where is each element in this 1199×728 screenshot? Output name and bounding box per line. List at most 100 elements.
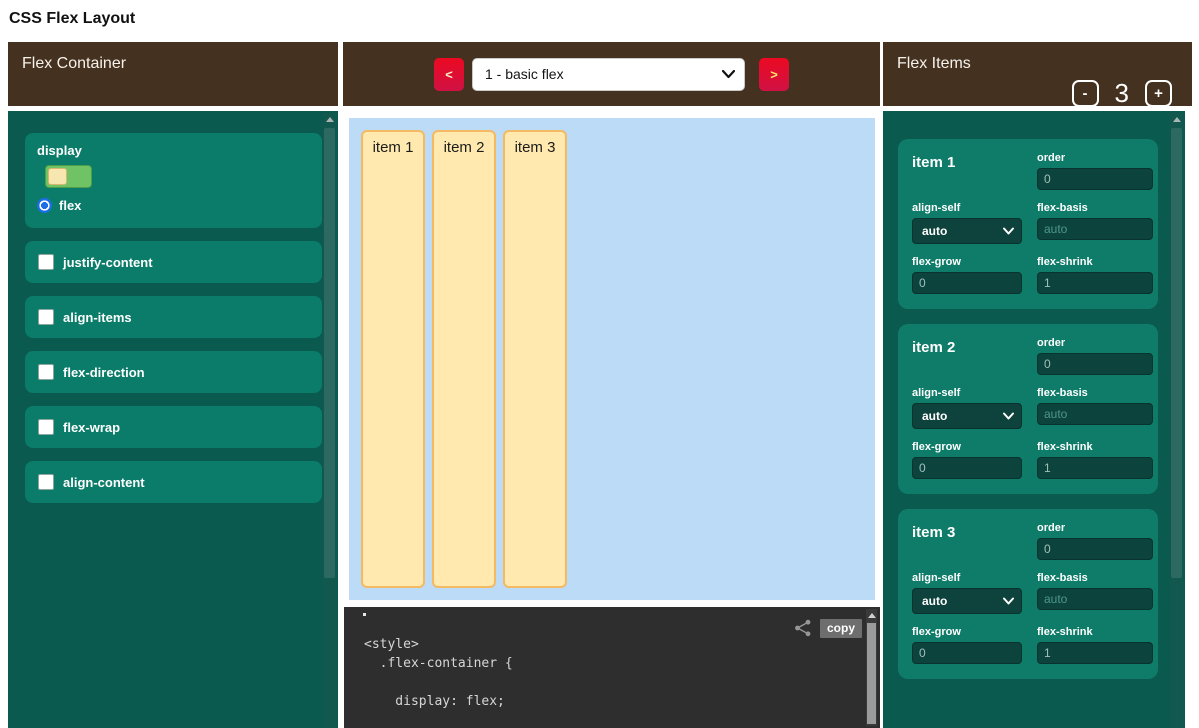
- align-self-label: align-self: [912, 572, 1022, 584]
- justify-content-card[interactable]: justify-content: [25, 241, 322, 283]
- right-panel-scrollbar-thumb[interactable]: [1171, 128, 1182, 578]
- flex-shrink-label: flex-shrink: [1037, 441, 1153, 453]
- flex-direction-checkbox[interactable]: [38, 364, 54, 380]
- item-1-flex-basis-field: flex-basis: [1037, 202, 1153, 244]
- code-panel: copy <style> .flex-container { display: …: [344, 607, 880, 728]
- page-title: CSS Flex Layout: [9, 10, 135, 28]
- flex-radio[interactable]: [37, 198, 52, 213]
- display-flex-radio-row[interactable]: flex: [37, 198, 310, 213]
- item-1-order-input[interactable]: [1037, 168, 1153, 190]
- item-3-order-input[interactable]: [1037, 538, 1153, 560]
- item-2-order-input[interactable]: [1037, 353, 1153, 375]
- example-nav-header: < 1 - basic flex >: [343, 42, 880, 106]
- flex-items-title: Flex Items: [897, 55, 971, 73]
- flex-preview-stage: item 1 item 2 item 3: [349, 118, 875, 600]
- item-3-flex-basis-field: flex-basis: [1037, 572, 1153, 614]
- item-2-align-self-select[interactable]: auto: [912, 403, 1022, 429]
- item-3-flex-basis-input[interactable]: [1037, 588, 1153, 610]
- item-2-card: item 2 order align-self auto flex-basis: [898, 324, 1158, 494]
- item-1-title: item 1: [912, 152, 1022, 190]
- align-items-card[interactable]: align-items: [25, 296, 322, 338]
- remove-item-button[interactable]: -: [1072, 80, 1099, 107]
- item-2-flex-shrink-input[interactable]: [1037, 457, 1153, 479]
- item-1-flex-shrink-field: flex-shrink: [1037, 256, 1153, 294]
- left-panel-scrollbar[interactable]: [323, 113, 336, 728]
- add-item-button[interactable]: +: [1145, 80, 1172, 107]
- item-3-flex-grow-input[interactable]: [912, 642, 1022, 664]
- flex-items-panel: item 1 order align-self auto flex-basis: [883, 111, 1185, 728]
- code-line: display: flex;: [364, 692, 513, 711]
- code-line: [364, 673, 513, 692]
- order-label: order: [1037, 152, 1153, 164]
- flex-basis-label: flex-basis: [1037, 202, 1153, 214]
- stage-item-2: item 2: [432, 130, 496, 588]
- flex-container-header: Flex Container: [8, 42, 338, 106]
- item-3-align-self-select[interactable]: auto: [912, 588, 1022, 614]
- item-2-flex-grow-field: flex-grow: [912, 441, 1022, 479]
- left-panel-scrollbar-thumb[interactable]: [324, 128, 335, 578]
- item-1-align-self-field: align-self auto: [912, 202, 1022, 244]
- flex-wrap-label: flex-wrap: [63, 420, 120, 435]
- code-scrollbar[interactable]: [866, 609, 877, 726]
- flex-items-header: Flex Items - 3 +: [883, 42, 1192, 106]
- display-label: display: [37, 143, 310, 158]
- align-content-label: align-content: [63, 475, 145, 490]
- flex-wrap-card[interactable]: flex-wrap: [25, 406, 322, 448]
- code-line: <style>: [364, 635, 513, 654]
- right-panel-scrollbar[interactable]: [1170, 113, 1183, 728]
- flex-radio-label: flex: [59, 198, 81, 213]
- example-select[interactable]: 1 - basic flex: [472, 58, 745, 91]
- item-1-flex-grow-field: flex-grow: [912, 256, 1022, 294]
- item-1-flex-shrink-input[interactable]: [1037, 272, 1153, 294]
- scroll-up-icon[interactable]: [326, 117, 334, 122]
- code-cursor-dot: [363, 613, 366, 616]
- item-1-flex-basis-input[interactable]: [1037, 218, 1153, 240]
- justify-content-checkbox[interactable]: [38, 254, 54, 270]
- display-toggle-knob[interactable]: [48, 168, 67, 185]
- flex-grow-label: flex-grow: [912, 626, 1022, 638]
- item-2-flex-basis-input[interactable]: [1037, 403, 1153, 425]
- item-3-flex-shrink-input[interactable]: [1037, 642, 1153, 664]
- flex-direction-card[interactable]: flex-direction: [25, 351, 322, 393]
- flex-direction-label: flex-direction: [63, 365, 145, 380]
- item-3-flex-grow-field: flex-grow: [912, 626, 1022, 664]
- order-label: order: [1037, 522, 1153, 534]
- justify-content-label: justify-content: [63, 255, 153, 270]
- align-items-label: align-items: [63, 310, 132, 325]
- flex-grow-label: flex-grow: [912, 441, 1022, 453]
- flex-wrap-checkbox[interactable]: [38, 419, 54, 435]
- order-label: order: [1037, 337, 1153, 349]
- flex-basis-label: flex-basis: [1037, 572, 1153, 584]
- item-count: 3: [1115, 78, 1129, 109]
- stage-item-3: item 3: [503, 130, 567, 588]
- item-2-flex-basis-field: flex-basis: [1037, 387, 1153, 429]
- prev-example-button[interactable]: <: [434, 58, 464, 91]
- code-scrollbar-thumb[interactable]: [867, 623, 876, 724]
- flex-container-panel: display flex justify-content align-items…: [8, 111, 338, 728]
- item-3-align-self-field: align-self auto: [912, 572, 1022, 614]
- item-3-card: item 3 order align-self auto flex-basis: [898, 509, 1158, 679]
- flex-shrink-label: flex-shrink: [1037, 256, 1153, 268]
- flex-grow-label: flex-grow: [912, 256, 1022, 268]
- display-toggle[interactable]: [45, 165, 92, 188]
- item-3-flex-shrink-field: flex-shrink: [1037, 626, 1153, 664]
- align-content-checkbox[interactable]: [38, 474, 54, 490]
- code-line: .flex-container {: [364, 654, 513, 673]
- item-1-card: item 1 order align-self auto flex-basis: [898, 139, 1158, 309]
- item-2-flex-grow-input[interactable]: [912, 457, 1022, 479]
- align-self-label: align-self: [912, 387, 1022, 399]
- align-self-label: align-self: [912, 202, 1022, 214]
- item-1-order-field: order: [1037, 152, 1153, 190]
- scroll-up-icon[interactable]: [1173, 117, 1181, 122]
- align-items-checkbox[interactable]: [38, 309, 54, 325]
- item-count-stepper: - 3 +: [1072, 78, 1172, 109]
- scroll-up-icon[interactable]: [868, 613, 876, 618]
- item-2-order-field: order: [1037, 337, 1153, 375]
- copy-button[interactable]: copy: [820, 619, 862, 638]
- next-example-button[interactable]: >: [759, 58, 789, 91]
- item-1-align-self-select[interactable]: auto: [912, 218, 1022, 244]
- flex-basis-label: flex-basis: [1037, 387, 1153, 399]
- item-1-flex-grow-input[interactable]: [912, 272, 1022, 294]
- share-icon[interactable]: [793, 618, 813, 638]
- align-content-card[interactable]: align-content: [25, 461, 322, 503]
